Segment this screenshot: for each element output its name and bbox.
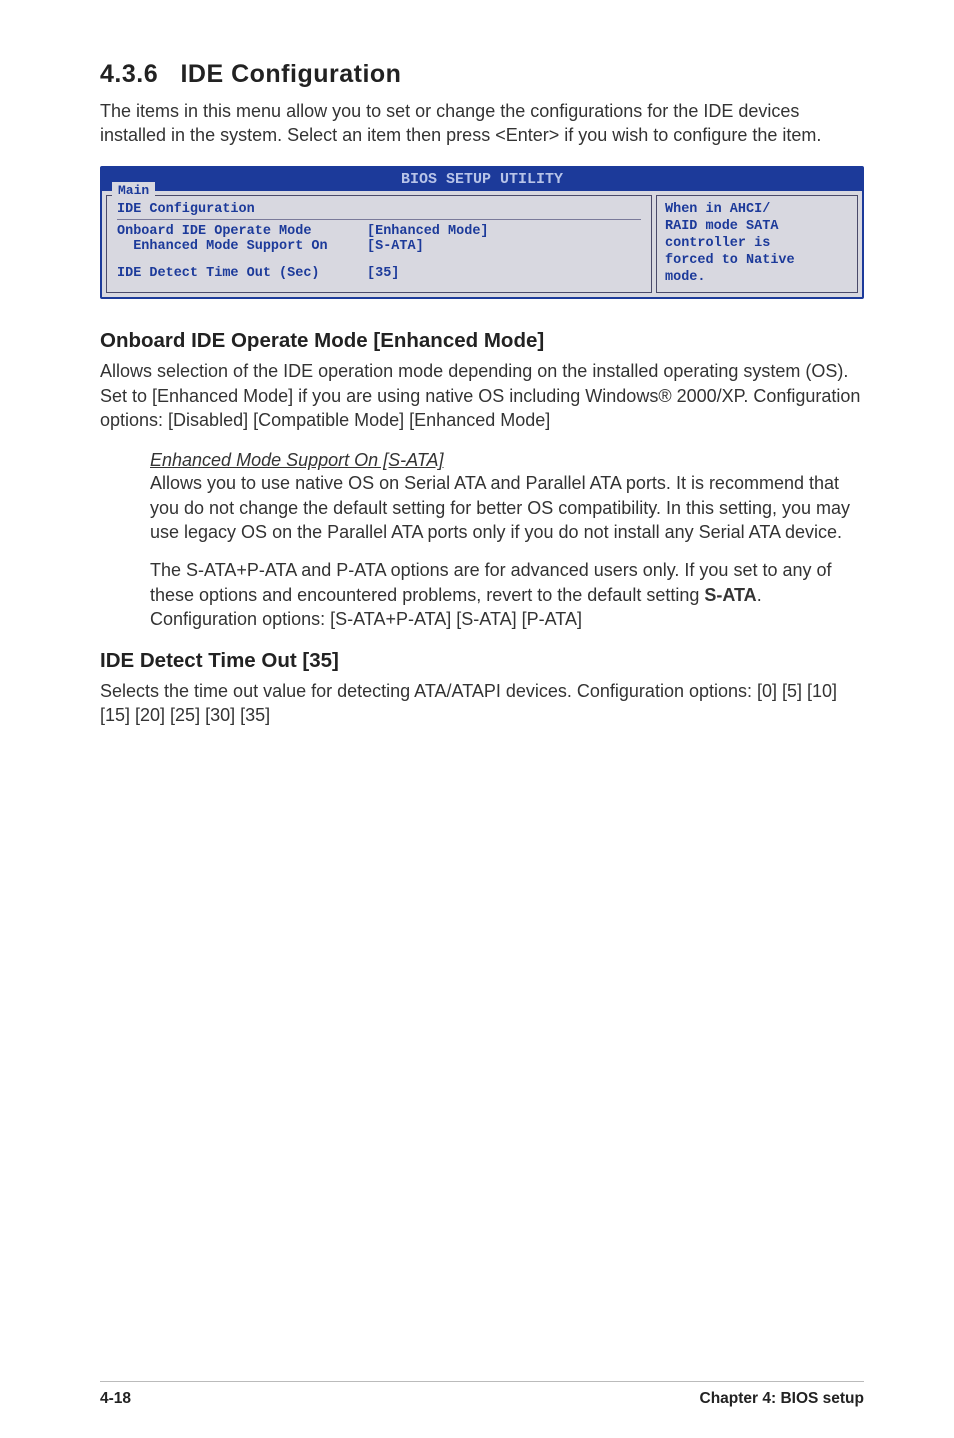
- bios-divider: [117, 219, 641, 220]
- subsection-body: Allows selection of the IDE operation mo…: [100, 359, 864, 432]
- bios-setting-label: Enhanced Mode Support On: [117, 239, 367, 254]
- bios-body: IDE Configuration Onboard IDE Operate Mo…: [102, 191, 862, 297]
- chapter-label: Chapter 4: BIOS setup: [700, 1390, 865, 1408]
- bios-setting-value: [S-ATA]: [367, 239, 424, 254]
- spacer: [117, 254, 641, 266]
- bios-screenshot: BIOS SETUP UTILITY Main IDE Configuratio…: [100, 166, 864, 300]
- subsection-body: Selects the time out value for detecting…: [100, 679, 864, 728]
- section-heading: 4.3.6 IDE Configuration: [100, 60, 864, 89]
- bios-setting-value: [Enhanced Mode]: [367, 224, 489, 239]
- bios-setting-value: [35]: [367, 266, 399, 281]
- p2-strong: S-ATA: [704, 585, 756, 605]
- bios-setting-row: Onboard IDE Operate Mode [Enhanced Mode]: [117, 224, 641, 239]
- bios-tab-main: Main: [112, 182, 155, 204]
- bios-setting-label: IDE Detect Time Out (Sec): [117, 266, 367, 281]
- bios-header: BIOS SETUP UTILITY Main: [102, 168, 862, 192]
- page-footer: 4-18 Chapter 4: BIOS setup: [100, 1381, 864, 1408]
- bios-setting-row: Enhanced Mode Support On [S-ATA]: [117, 239, 641, 254]
- section-number: 4.3.6: [100, 60, 158, 88]
- bios-help-panel: When in AHCI/ RAID mode SATA controller …: [656, 195, 858, 293]
- bios-setting-label: Onboard IDE Operate Mode: [117, 224, 367, 239]
- bios-header-title: BIOS SETUP UTILITY: [401, 171, 563, 188]
- page-number: 4-18: [100, 1390, 131, 1408]
- sub-option-p1: Allows you to use native OS on Serial AT…: [150, 471, 864, 544]
- sub-option-p2: The S-ATA+P-ATA and P-ATA options are fo…: [150, 558, 864, 631]
- indented-block: Enhanced Mode Support On [S-ATA] Allows …: [150, 450, 864, 631]
- section-title-text: IDE Configuration: [180, 60, 401, 88]
- subsection-heading: IDE Detect Time Out [35]: [100, 649, 864, 673]
- intro-paragraph: The items in this menu allow you to set …: [100, 99, 864, 148]
- bios-panel-title: IDE Configuration: [117, 202, 641, 217]
- bios-help-text: When in AHCI/ RAID mode SATA controller …: [665, 202, 795, 285]
- sub-option-title: Enhanced Mode Support On [S-ATA]: [150, 450, 864, 471]
- bios-left-panel: IDE Configuration Onboard IDE Operate Mo…: [106, 195, 652, 293]
- subsection-heading: Onboard IDE Operate Mode [Enhanced Mode]: [100, 329, 864, 353]
- bios-setting-row: IDE Detect Time Out (Sec) [35]: [117, 266, 641, 281]
